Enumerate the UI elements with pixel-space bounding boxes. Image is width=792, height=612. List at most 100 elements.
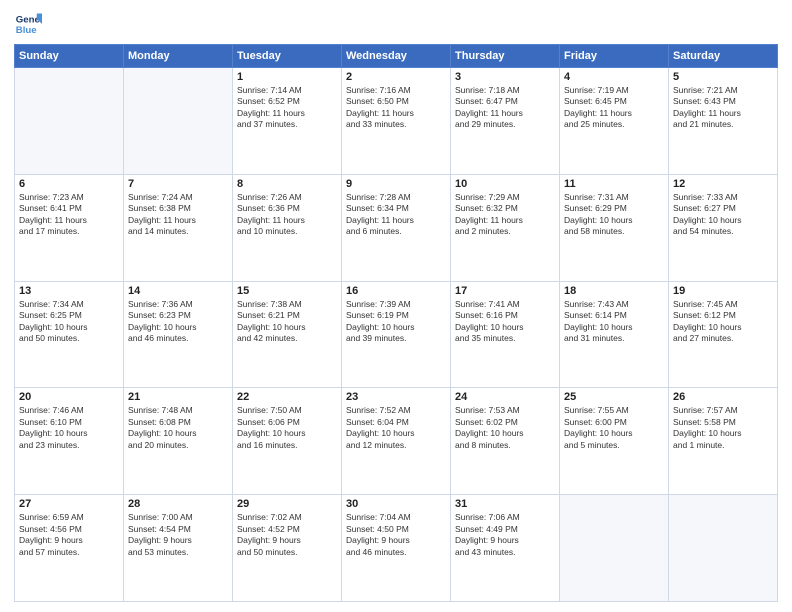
- calendar-cell: 23Sunrise: 7:52 AM Sunset: 6:04 PM Dayli…: [342, 388, 451, 495]
- day-number: 18: [564, 285, 664, 297]
- calendar-cell: 16 Sunrise: 7:39 AM Sunset: 6:19 PM Dayli…: [342, 281, 451, 388]
- day-number: 29: [237, 498, 337, 510]
- day-info: Sunrise: 7:24 AM Sunset: 6:38 PM Dayligh…: [128, 192, 228, 238]
- calendar-week-4: 27Sunrise: 6:59 AM Sunset: 4:56 PM Dayli…: [15, 495, 778, 602]
- calendar-week-3: 20 Sunrise: 7:46 AM Sunset: 6:10 PM Dayli…: [15, 388, 778, 495]
- calendar-cell: 29 Sunrise: 7:02 AM Sunset: 4:52 PM Dayli…: [233, 495, 342, 602]
- calendar-cell: 10 Sunrise: 7:29 AM Sunset: 6:32 PM Dayli…: [451, 174, 560, 281]
- day-info: Sunrise: 7:55 AM Sunset: 6:00 PM Dayligh…: [564, 405, 664, 451]
- calendar-cell: [15, 68, 124, 175]
- calendar-header-row: SundayMondayTuesdayWednesdayThursdayFrid…: [15, 45, 778, 68]
- calendar-cell: 21 Sunrise: 7:48 AM Sunset: 6:08 PM Dayli…: [124, 388, 233, 495]
- calendar-cell: 14 Sunrise: 7:36 AM Sunset: 6:23 PM Dayli…: [124, 281, 233, 388]
- day-number: 28: [128, 498, 228, 510]
- calendar-cell: 20 Sunrise: 7:46 AM Sunset: 6:10 PM Dayli…: [15, 388, 124, 495]
- day-number: 1: [237, 71, 337, 83]
- day-number: 9: [346, 178, 446, 190]
- day-info: Sunrise: 7:48 AM Sunset: 6:08 PM Dayligh…: [128, 405, 228, 451]
- calendar-cell: 3Sunrise: 7:18 AM Sunset: 6:47 PM Daylig…: [451, 68, 560, 175]
- day-info: Sunrise: 7:31 AM Sunset: 6:29 PM Dayligh…: [564, 192, 664, 238]
- day-info: Sunrise: 7:36 AM Sunset: 6:23 PM Dayligh…: [128, 299, 228, 345]
- day-number: 5: [673, 71, 773, 83]
- calendar-cell: [124, 68, 233, 175]
- day-number: 19: [673, 285, 773, 297]
- day-info: Sunrise: 7:45 AM Sunset: 6:12 PM Dayligh…: [673, 299, 773, 345]
- calendar-cell: 18 Sunrise: 7:43 AM Sunset: 6:14 PM Dayli…: [560, 281, 669, 388]
- day-number: 8: [237, 178, 337, 190]
- calendar-cell: 24 Sunrise: 7:53 AM Sunset: 6:02 PM Dayli…: [451, 388, 560, 495]
- calendar-cell: 25 Sunrise: 7:55 AM Sunset: 6:00 PM Dayli…: [560, 388, 669, 495]
- day-info: Sunrise: 7:04 AM Sunset: 4:50 PM Dayligh…: [346, 512, 446, 558]
- day-number: 4: [564, 71, 664, 83]
- day-info: Sunrise: 7:53 AM Sunset: 6:02 PM Dayligh…: [455, 405, 555, 451]
- day-info: Sunrise: 7:26 AM Sunset: 6:36 PM Dayligh…: [237, 192, 337, 238]
- day-header-tuesday: Tuesday: [233, 45, 342, 68]
- calendar-cell: 5 Sunrise: 7:21 AM Sunset: 6:43 PM Daylig…: [669, 68, 778, 175]
- logo: General Blue: [14, 10, 46, 38]
- day-info: Sunrise: 7:33 AM Sunset: 6:27 PM Dayligh…: [673, 192, 773, 238]
- day-number: 27: [19, 498, 119, 510]
- day-number: 30: [346, 498, 446, 510]
- day-number: 13: [19, 285, 119, 297]
- day-number: 25: [564, 391, 664, 403]
- day-info: Sunrise: 7:16 AM Sunset: 6:50 PM Dayligh…: [346, 85, 446, 131]
- logo-icon: General Blue: [14, 10, 42, 38]
- day-info: Sunrise: 7:29 AM Sunset: 6:32 PM Dayligh…: [455, 192, 555, 238]
- calendar-cell: 19 Sunrise: 7:45 AM Sunset: 6:12 PM Dayli…: [669, 281, 778, 388]
- day-number: 17: [455, 285, 555, 297]
- calendar-cell: 2 Sunrise: 7:16 AM Sunset: 6:50 PM Daylig…: [342, 68, 451, 175]
- day-number: 31: [455, 498, 555, 510]
- day-number: 22: [237, 391, 337, 403]
- day-info: Sunrise: 7:18 AM Sunset: 6:47 PM Dayligh…: [455, 85, 555, 131]
- day-header-wednesday: Wednesday: [342, 45, 451, 68]
- calendar-week-2: 13 Sunrise: 7:34 AM Sunset: 6:25 PM Dayli…: [15, 281, 778, 388]
- calendar-cell: 26Sunrise: 7:57 AM Sunset: 5:58 PM Dayli…: [669, 388, 778, 495]
- day-number: 23: [346, 391, 446, 403]
- day-info: Sunrise: 7:41 AM Sunset: 6:16 PM Dayligh…: [455, 299, 555, 345]
- calendar-week-1: 6 Sunrise: 7:23 AM Sunset: 6:41 PM Daylig…: [15, 174, 778, 281]
- day-info: Sunrise: 7:50 AM Sunset: 6:06 PM Dayligh…: [237, 405, 337, 451]
- day-number: 16: [346, 285, 446, 297]
- day-header-sunday: Sunday: [15, 45, 124, 68]
- day-number: 26: [673, 391, 773, 403]
- day-number: 15: [237, 285, 337, 297]
- calendar-cell: 6 Sunrise: 7:23 AM Sunset: 6:41 PM Daylig…: [15, 174, 124, 281]
- calendar-cell: 9 Sunrise: 7:28 AM Sunset: 6:34 PM Daylig…: [342, 174, 451, 281]
- day-number: 10: [455, 178, 555, 190]
- day-info: Sunrise: 7:39 AM Sunset: 6:19 PM Dayligh…: [346, 299, 446, 345]
- calendar-cell: 30 Sunrise: 7:04 AM Sunset: 4:50 PM Dayli…: [342, 495, 451, 602]
- calendar-table: SundayMondayTuesdayWednesdayThursdayFrid…: [14, 44, 778, 602]
- day-number: 24: [455, 391, 555, 403]
- day-header-friday: Friday: [560, 45, 669, 68]
- calendar-cell: 11 Sunrise: 7:31 AM Sunset: 6:29 PM Dayli…: [560, 174, 669, 281]
- day-info: Sunrise: 7:00 AM Sunset: 4:54 PM Dayligh…: [128, 512, 228, 558]
- day-info: Sunrise: 7:46 AM Sunset: 6:10 PM Dayligh…: [19, 405, 119, 451]
- day-number: 6: [19, 178, 119, 190]
- calendar-cell: 7 Sunrise: 7:24 AM Sunset: 6:38 PM Daylig…: [124, 174, 233, 281]
- day-number: 20: [19, 391, 119, 403]
- calendar-cell: [560, 495, 669, 602]
- calendar-cell: [669, 495, 778, 602]
- day-header-monday: Monday: [124, 45, 233, 68]
- day-info: Sunrise: 7:21 AM Sunset: 6:43 PM Dayligh…: [673, 85, 773, 131]
- day-number: 21: [128, 391, 228, 403]
- day-info: Sunrise: 7:34 AM Sunset: 6:25 PM Dayligh…: [19, 299, 119, 345]
- day-header-saturday: Saturday: [669, 45, 778, 68]
- day-number: 11: [564, 178, 664, 190]
- calendar-cell: 27Sunrise: 6:59 AM Sunset: 4:56 PM Dayli…: [15, 495, 124, 602]
- day-number: 2: [346, 71, 446, 83]
- calendar-week-0: 1 Sunrise: 7:14 AM Sunset: 6:52 PM Daylig…: [15, 68, 778, 175]
- calendar-cell: 8 Sunrise: 7:26 AM Sunset: 6:36 PM Daylig…: [233, 174, 342, 281]
- calendar-cell: 17 Sunrise: 7:41 AM Sunset: 6:16 PM Dayli…: [451, 281, 560, 388]
- calendar-cell: 28 Sunrise: 7:00 AM Sunset: 4:54 PM Dayli…: [124, 495, 233, 602]
- day-info: Sunrise: 7:02 AM Sunset: 4:52 PM Dayligh…: [237, 512, 337, 558]
- day-info: Sunrise: 7:43 AM Sunset: 6:14 PM Dayligh…: [564, 299, 664, 345]
- day-number: 14: [128, 285, 228, 297]
- day-info: Sunrise: 7:23 AM Sunset: 6:41 PM Dayligh…: [19, 192, 119, 238]
- day-header-thursday: Thursday: [451, 45, 560, 68]
- day-number: 7: [128, 178, 228, 190]
- calendar-cell: 22 Sunrise: 7:50 AM Sunset: 6:06 PM Dayli…: [233, 388, 342, 495]
- day-info: Sunrise: 7:14 AM Sunset: 6:52 PM Dayligh…: [237, 85, 337, 131]
- calendar-cell: 13 Sunrise: 7:34 AM Sunset: 6:25 PM Dayli…: [15, 281, 124, 388]
- day-info: Sunrise: 7:28 AM Sunset: 6:34 PM Dayligh…: [346, 192, 446, 238]
